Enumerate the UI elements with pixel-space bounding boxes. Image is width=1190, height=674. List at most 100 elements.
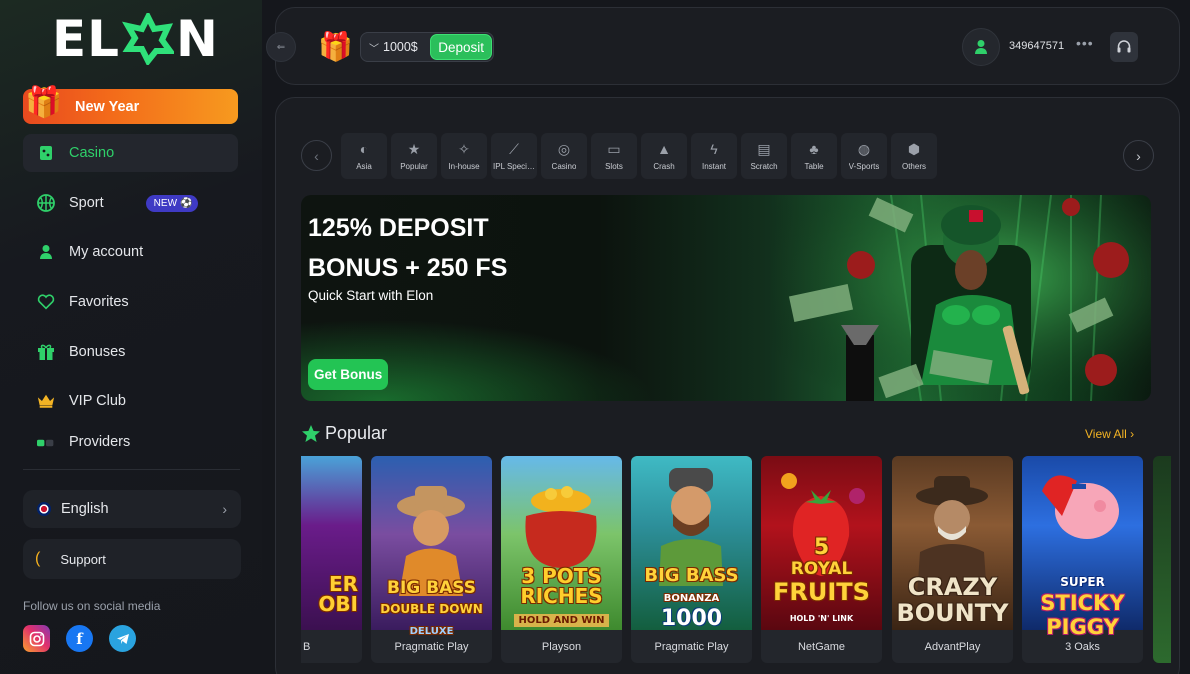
game-title-art: BIG BASS DOUBLE DOWN DELUXE <box>380 578 483 637</box>
deposit-label: Deposit <box>438 39 484 55</box>
crown-icon <box>37 392 55 410</box>
game-card[interactable]: ER OBI B <box>301 456 362 663</box>
collapse-icon: ⇐ <box>276 41 286 53</box>
game-card[interactable]: 3 POTS RICHES HOLD AND WIN Playson <box>501 456 622 663</box>
categories-next-button[interactable]: › <box>1123 140 1154 171</box>
gift-icon[interactable]: 🎁 <box>318 30 353 63</box>
promo-banner[interactable]: 125% DEPOSIT BONUS + 250 FS Quick Start … <box>301 195 1151 401</box>
in-house-icon: ✧ <box>458 141 470 157</box>
game-provider: 3 Oaks <box>1065 641 1100 653</box>
uk-flag-icon <box>37 502 51 516</box>
support-button[interactable]: ( Support <box>23 539 241 579</box>
popular-title-label: Popular <box>325 423 388 443</box>
chevron-down-icon: ﹀ <box>369 43 379 55</box>
category-scratch[interactable]: ▤ Scratch <box>741 133 787 179</box>
category-in-house[interactable]: ✧ In-house <box>441 133 487 179</box>
sidebar-item-label: VIP Club <box>69 393 126 409</box>
sidebar-item-sport[interactable]: Sport NEW ⚽ <box>23 184 238 222</box>
social-title: Follow us on social media <box>23 599 161 613</box>
banner-subtitle: Quick Start with Elon <box>308 288 434 303</box>
language-selector[interactable]: English › <box>23 490 241 528</box>
category-casino[interactable]: ◎ Casino <box>541 133 587 179</box>
category-v-sports[interactable]: ◍ V-Sports <box>841 133 887 179</box>
avatar[interactable] <box>962 28 1000 66</box>
sidebar-item-vip-club[interactable]: VIP Club <box>23 382 238 420</box>
game-title-art: 5 ROYAL FRUITS HOLD 'N' LINK <box>773 535 870 624</box>
more-menu-icon[interactable]: ••• <box>1076 35 1094 51</box>
headset-icon[interactable] <box>1110 32 1138 62</box>
game-card[interactable]: BIG BASS BONANZA 1000 Pragmatic Play <box>631 456 752 663</box>
game-title-art: CRAZY BOUNTY <box>896 573 1009 627</box>
game-card[interactable]: CRAZY BOUNTY AdvantPlay <box>892 456 1013 663</box>
game-card[interactable] <box>1153 456 1171 663</box>
sidebar-item-new-year[interactable]: 🎁 New Year <box>23 86 238 124</box>
new-badge: NEW ⚽ <box>145 194 199 212</box>
game-provider: Pragmatic Play <box>394 641 469 653</box>
game-title-art: 3 POTS RICHES HOLD AND WIN <box>501 566 622 631</box>
elon-logo[interactable]: EL N <box>52 10 219 68</box>
sidebar-item-casino[interactable]: Casino <box>23 134 238 172</box>
game-provider: NetGame <box>797 641 846 653</box>
slots-icon: ▭ <box>607 141 621 157</box>
scratch-icon: ▤ <box>757 141 771 157</box>
category-slots[interactable]: ▭ Slots <box>591 133 637 179</box>
chip-icon: ◎ <box>557 141 571 157</box>
game-title-art: ER OBI <box>318 572 358 616</box>
chevron-right-icon: › <box>222 501 227 517</box>
game-card[interactable]: SUPER STICKY PIGGY 3 Oaks <box>1022 456 1143 663</box>
logo-text-left: EL <box>52 10 121 68</box>
plane-icon: ▲ <box>657 141 671 157</box>
banner-title: 125% DEPOSIT BONUS + 250 FS <box>308 208 507 288</box>
lightning-icon: ϟ <box>710 141 718 157</box>
sidebar-item-label: Sport <box>69 195 104 211</box>
category-ipl-special[interactable]: ⟋ IPL Speci… <box>491 133 537 179</box>
support-icon: ( <box>35 550 41 567</box>
category-instant[interactable]: ϟ Instant <box>691 133 737 179</box>
deposit-button[interactable]: Deposit <box>430 34 492 60</box>
telegram-icon[interactable] <box>109 625 136 652</box>
game-title-art: SUPER STICKY PIGGY <box>1040 575 1125 639</box>
sidebar-item-providers[interactable]: Providers <box>23 432 238 450</box>
category-others[interactable]: ⬢ Others <box>891 133 937 179</box>
gift-icon <box>37 343 55 361</box>
logo-star-icon <box>122 13 175 65</box>
instagram-icon[interactable] <box>23 625 50 652</box>
category-bar: ◐ Asia ★ Popular ✧ In-house ⟋ IPL Speci… ◎ Ca… <box>341 133 937 179</box>
get-bonus-button[interactable]: Get Bonus <box>308 359 389 390</box>
view-all-label: View All <box>1085 427 1127 441</box>
sidebar-divider <box>23 469 240 470</box>
sidebar-item-my-account[interactable]: My account <box>23 233 238 271</box>
table-icon: ♣ <box>809 141 819 157</box>
category-crash[interactable]: ▲ Crash <box>641 133 687 179</box>
user-icon <box>37 243 55 261</box>
gift-icon: 🎁 <box>25 86 63 119</box>
sidebar-item-label: My account <box>69 244 144 260</box>
support-label: Support <box>60 551 106 567</box>
game-provider: B <box>303 641 311 653</box>
chevron-left-icon: ‹ <box>314 147 319 164</box>
top-header: 🎁 ﹀ 1000$ Deposit 349647571 ••• <box>275 7 1180 85</box>
get-bonus-label: Get Bonus <box>314 367 383 382</box>
banner-cricket-illustration <box>771 195 1151 401</box>
popular-section-title: Popular <box>301 423 387 444</box>
banner-title-line2: BONUS + 250 FS <box>308 254 508 282</box>
game-provider: AdvantPlay <box>924 641 981 653</box>
view-all-link[interactable]: View All › <box>1085 427 1134 441</box>
game-card[interactable]: BIG BASS DOUBLE DOWN DELUXE Pragmatic Play <box>371 456 492 663</box>
facebook-icon[interactable]: f <box>66 625 93 652</box>
collapse-sidebar-button[interactable]: ⇐ <box>266 32 296 62</box>
balance-selector[interactable]: ﹀ 1000$ Deposit <box>360 32 494 62</box>
logo-text-right: N <box>176 10 219 68</box>
category-asia[interactable]: ◐ Asia <box>341 133 387 179</box>
casino-icon <box>37 144 55 162</box>
banner-title-line1: 125% DEPOSIT <box>308 214 489 242</box>
sidebar-item-favorites[interactable]: Favorites <box>23 283 238 321</box>
game-card[interactable]: 5 ROYAL FRUITS HOLD 'N' LINK NetGame <box>761 456 882 663</box>
sidebar-item-bonuses[interactable]: Bonuses <box>23 333 238 371</box>
popular-games-row: ER OBI B BIG BASS DOUBLE DOWN DELUXE Pragma… <box>301 456 1171 666</box>
sidebar-item-label: Favorites <box>69 294 129 310</box>
game-provider: Pragmatic Play <box>654 641 729 653</box>
category-table[interactable]: ♣ Table <box>791 133 837 179</box>
category-popular[interactable]: ★ Popular <box>391 133 437 179</box>
categories-prev-button[interactable]: ‹ <box>301 140 332 171</box>
